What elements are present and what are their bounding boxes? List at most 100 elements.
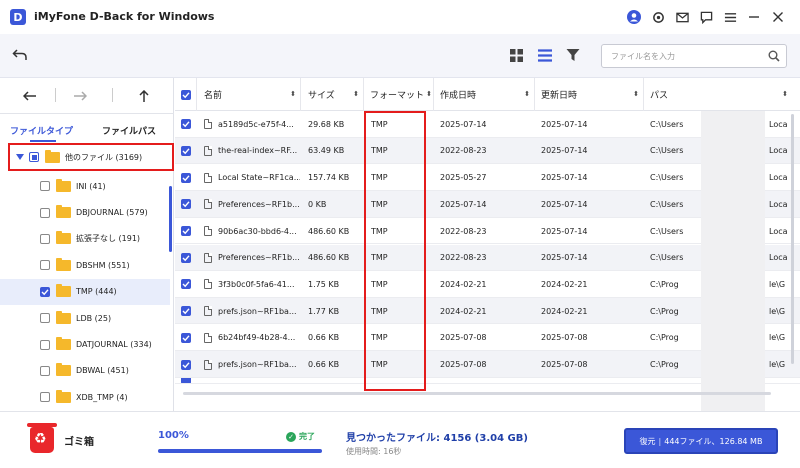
row-checkbox[interactable] — [181, 378, 191, 383]
column-header-size[interactable]: サイズ ⬍ — [301, 78, 364, 111]
cell-path-tail-text: le\G — [769, 279, 786, 289]
tree-item[interactable]: DBJOURNAL (579) — [0, 199, 170, 225]
back-arrow-icon[interactable] — [12, 48, 28, 65]
tree-item[interactable]: DATJOURNAL (334) — [0, 331, 170, 357]
row-checkbox[interactable] — [181, 306, 191, 317]
cell-size-text: 0.66 KB — [308, 333, 340, 343]
search-icon[interactable] — [768, 50, 780, 65]
tree-item-checkbox[interactable] — [40, 260, 50, 271]
sort-icon[interactable]: ⬍ — [782, 90, 788, 98]
status-done: ✓ 完了 — [286, 431, 315, 442]
tree-item[interactable]: 拡張子なし (191) — [0, 226, 170, 252]
cell-modified: 2025-07-14 — [541, 245, 641, 272]
nav-back-icon[interactable] — [20, 88, 40, 104]
cell-size-text: 63.49 KB — [308, 146, 345, 156]
row-checkbox[interactable] — [181, 145, 191, 156]
select-all-checkbox[interactable] — [181, 89, 191, 100]
row-checkbox[interactable] — [181, 172, 191, 183]
column-header-name[interactable]: 名前 ⬍ — [197, 78, 301, 111]
row-checkbox[interactable] — [181, 199, 191, 210]
menu-icon[interactable] — [718, 9, 742, 25]
cell-format: TMP — [371, 218, 431, 245]
sort-icon[interactable]: ⬍ — [633, 90, 639, 98]
row-checkbox-cell — [181, 138, 191, 165]
feedback-icon[interactable] — [694, 9, 718, 25]
check-circle-icon: ✓ — [286, 431, 296, 442]
tree-item-checkbox[interactable] — [40, 286, 50, 297]
row-checkbox[interactable] — [181, 332, 191, 343]
cell-size: 0 KB — [308, 191, 364, 218]
tree-item[interactable]: DBSHM (551) — [0, 252, 170, 278]
tree-item[interactable]: XDB_TMP (4) — [0, 384, 170, 410]
settings-icon[interactable] — [646, 9, 670, 25]
tree-item-checkbox[interactable] — [40, 181, 50, 192]
tree-item-label: DBJOURNAL (579) — [76, 208, 148, 218]
cell-name: prefs.json~RF1ba... — [204, 298, 300, 325]
tree-item-checkbox[interactable] — [40, 233, 50, 244]
file-icon — [204, 252, 212, 263]
cell-size-text: 1.75 KB — [308, 279, 340, 289]
cell-path-text: C:\Users — [650, 199, 684, 209]
horizontal-scrollbar[interactable] — [183, 392, 771, 395]
sort-icon[interactable]: ⬍ — [353, 90, 359, 98]
tree-item[interactable]: TMP (444) — [0, 278, 170, 305]
column-header-label: パス — [650, 91, 669, 101]
row-checkbox[interactable] — [181, 252, 191, 263]
cell-created: 2025-07-14 — [440, 111, 532, 138]
sort-icon[interactable]: ⬍ — [426, 90, 432, 98]
tree-item-checkbox[interactable] — [40, 392, 50, 403]
close-icon[interactable] — [766, 9, 790, 25]
trash-icon[interactable] — [27, 423, 57, 453]
minimize-icon[interactable] — [742, 9, 766, 25]
mail-icon[interactable] — [670, 9, 694, 25]
row-checkbox[interactable] — [181, 359, 191, 370]
search-box[interactable] — [601, 44, 787, 68]
column-header-format[interactable]: フォーマット ⬍ — [364, 78, 434, 111]
row-checkbox[interactable] — [181, 119, 191, 130]
root-checkbox[interactable] — [29, 152, 39, 162]
restore-separator: | — [658, 436, 662, 446]
column-header-path[interactable]: パス ⬍ — [644, 78, 800, 111]
cell-path: C:\Users — [650, 164, 700, 191]
tab-file-type[interactable]: ファイルタイプ — [10, 124, 73, 137]
cell-size-text: 29.68 KB — [308, 119, 345, 129]
sort-icon[interactable]: ⬍ — [524, 90, 530, 98]
search-input[interactable] — [611, 51, 761, 61]
nav-up-icon[interactable] — [134, 88, 154, 104]
trash-label[interactable]: ゴミ箱 — [64, 433, 94, 448]
nav-forward-icon[interactable] — [70, 88, 90, 104]
sort-icon[interactable]: ⬍ — [290, 90, 296, 98]
column-header-modified[interactable]: 更新日時 ⬍ — [535, 78, 644, 111]
cell-created-text: 2022-08-23 — [440, 226, 487, 236]
filter-icon[interactable] — [566, 48, 580, 65]
tree-item-checkbox[interactable] — [40, 339, 50, 350]
tree-item[interactable]: INI (41) — [0, 173, 170, 199]
restore-button[interactable]: 復元 | 444ファイル、126.84 MB — [624, 428, 778, 454]
cell-path-tail: le\G — [769, 325, 799, 352]
column-header-created[interactable]: 作成日時 ⬍ — [434, 78, 535, 111]
cell-modified: 2025-07-14 — [541, 111, 641, 138]
row-checkbox[interactable] — [181, 226, 191, 237]
cell-format-text: TMP — [371, 333, 388, 343]
expand-triangle-icon[interactable] — [16, 154, 24, 160]
cell-name-text: Preferences~RF1b... — [218, 253, 300, 263]
cell-name-text: the-real-index~RF... — [218, 146, 298, 156]
tree-root-other-files[interactable]: 他のファイル (3169) — [8, 143, 174, 171]
list-view-icon[interactable] — [538, 49, 552, 65]
tree-item[interactable]: LDB (25) — [0, 305, 170, 331]
tree-item-checkbox[interactable] — [40, 365, 50, 376]
table-scrollbar[interactable] — [791, 114, 794, 364]
tree-item-checkbox[interactable] — [40, 313, 50, 324]
tree-scrollbar[interactable] — [169, 186, 172, 252]
account-icon[interactable] — [622, 9, 646, 25]
cell-size: 486.60 KB — [308, 245, 364, 272]
cell-format-text: TMP — [371, 226, 388, 236]
tree-item[interactable]: DBWAL (451) — [0, 358, 170, 384]
cell-size: 63.49 KB — [308, 138, 364, 165]
grid-view-icon[interactable] — [510, 49, 523, 65]
tree-item-checkbox[interactable] — [40, 207, 50, 218]
cell-created-text: 2025-07-08 — [440, 333, 487, 343]
tab-file-path[interactable]: ファイルパス — [102, 124, 156, 137]
tree-item-label: XDB_TMP (4) — [76, 392, 128, 402]
row-checkbox[interactable] — [181, 279, 191, 290]
